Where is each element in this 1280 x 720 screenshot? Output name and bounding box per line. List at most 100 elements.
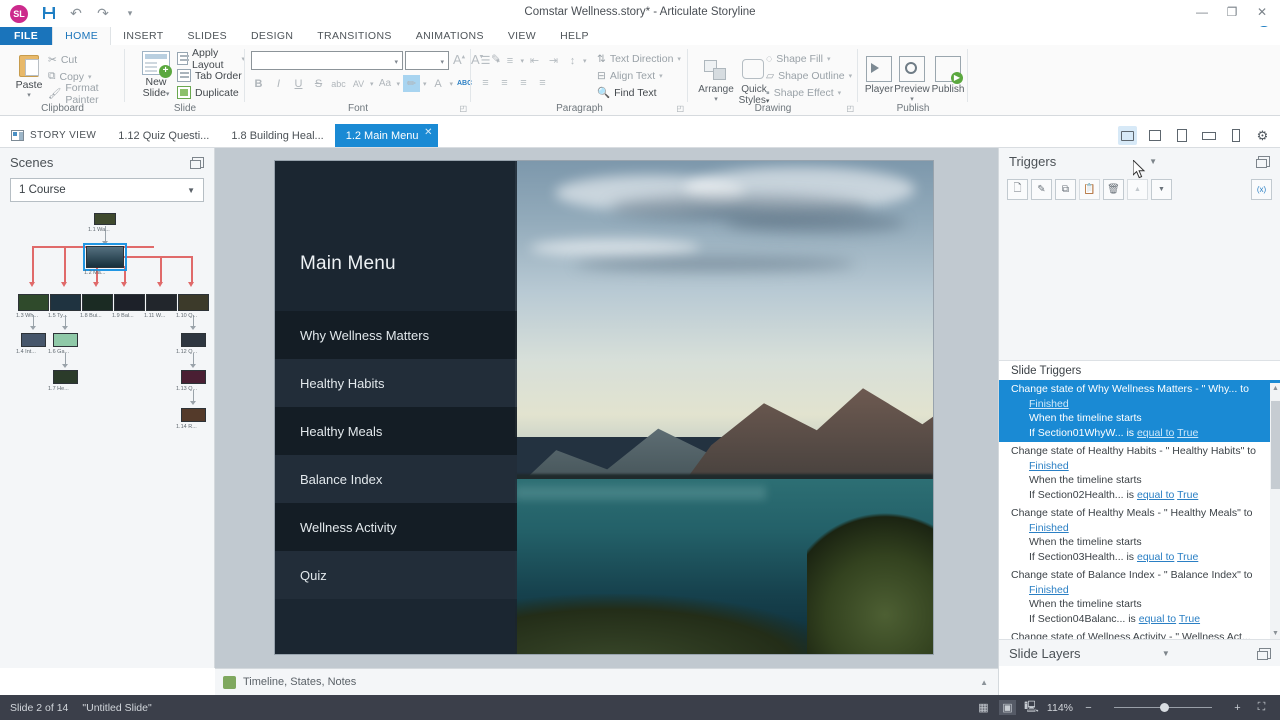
trigger-state-link[interactable]: Finished <box>1029 398 1069 410</box>
slide-menu-item-healthy-meals[interactable]: Healthy Meals <box>275 407 517 455</box>
story-view-tab[interactable]: STORY VIEW <box>0 124 107 147</box>
line-spacing-caret-icon[interactable]: ▾ <box>583 57 587 65</box>
slide-stage[interactable]: Main Menu Why Wellness Matters Healthy H… <box>275 161 933 654</box>
close-button[interactable]: ✕ <box>1248 2 1276 22</box>
align-left-icon[interactable]: ≡ <box>477 75 494 90</box>
arrange-caret-icon[interactable]: ▾ <box>714 95 718 103</box>
bold-button[interactable]: B <box>250 75 267 92</box>
format-painter-button[interactable]: 🖌 Format Painter <box>48 82 125 106</box>
character-spacing-caret-icon[interactable]: ▾ <box>370 80 374 88</box>
scene-node-start[interactable] <box>94 213 116 225</box>
increase-indent-icon[interactable]: ⇥ <box>545 53 562 68</box>
align-text-button[interactable]: ⊟ Align Text ▾ <box>597 67 681 84</box>
trigger-value-link[interactable]: True <box>1177 427 1198 439</box>
numbering-caret-icon[interactable]: ▾ <box>521 57 525 65</box>
scene-node-selected[interactable] <box>83 243 127 271</box>
zoom-out-button[interactable]: − <box>1080 700 1097 715</box>
timeline-expand-icon[interactable]: ▲ <box>980 678 988 687</box>
scene-node[interactable] <box>114 294 145 311</box>
paragraph-dialog-launcher[interactable]: ◰ <box>676 104 684 113</box>
scroll-up-icon[interactable]: ▲ <box>1272 385 1279 392</box>
view-settings-gear-icon[interactable]: ⚙ <box>1253 126 1272 145</box>
scroll-down-icon[interactable]: ▼ <box>1272 630 1279 637</box>
scene-node[interactable] <box>178 294 209 311</box>
font-color-button[interactable]: A <box>430 75 447 92</box>
scene-node[interactable] <box>21 333 46 347</box>
numbering-icon[interactable]: ≡ <box>502 53 519 68</box>
layers-collapse-caret-icon[interactable]: ▼ <box>1162 649 1170 658</box>
publish-button[interactable]: ▶ Publish <box>930 52 966 95</box>
text-direction-caret-icon[interactable]: ▾ <box>677 55 681 63</box>
triggers-undock-icon[interactable] <box>1256 155 1270 168</box>
form-view-button[interactable]: 🖳 <box>1023 700 1040 715</box>
font-dialog-launcher[interactable]: ◰ <box>459 104 467 113</box>
paste-button[interactable]: Paste ▾ <box>8 52 50 99</box>
scene-node[interactable] <box>181 333 206 347</box>
trigger-state-link[interactable]: Finished <box>1029 522 1069 534</box>
paste-trigger-icon[interactable]: 📋 <box>1079 178 1100 200</box>
new-trigger-icon[interactable]: 🗋 <box>1007 178 1028 200</box>
text-direction-button[interactable]: ⇅ Text Direction ▾ <box>597 50 681 67</box>
decrease-indent-icon[interactable]: ⇤ <box>526 53 543 68</box>
triggers-list[interactable]: Slide Triggers Change state of Why Welln… <box>999 360 1280 640</box>
bullets-caret-icon[interactable]: ▾ <box>496 57 500 65</box>
trigger-state-link[interactable]: Finished <box>1029 460 1069 472</box>
copy-caret-icon[interactable]: ▾ <box>88 73 92 81</box>
trigger-value-link[interactable]: True <box>1179 613 1200 625</box>
font-name-caret-icon[interactable]: ▾ <box>394 58 398 66</box>
find-text-button[interactable]: 🔍 Find Text <box>597 84 681 101</box>
slide-menu-item-quiz[interactable]: Quiz <box>275 551 517 599</box>
slide-menu-item-wellness-activity[interactable]: Wellness Activity <box>275 503 517 551</box>
triggers-collapse-caret-icon[interactable]: ▼ <box>1149 157 1157 166</box>
maximize-button[interactable]: ❐ <box>1218 2 1246 22</box>
justify-icon[interactable]: ≡ <box>534 75 551 90</box>
scene-node[interactable] <box>181 370 206 384</box>
preview-button[interactable]: Preview ▾ <box>894 52 930 103</box>
duplicate-button[interactable]: Duplicate <box>177 84 245 101</box>
tab-file[interactable]: FILE <box>0 27 53 45</box>
trigger-item[interactable]: Change state of Healthy Meals - " Health… <box>999 504 1280 566</box>
shape-outline-button[interactable]: ▱ Shape Outline ▾ <box>766 67 852 84</box>
slide-menu-item-why-wellness-matters[interactable]: Why Wellness Matters <box>275 311 517 359</box>
slide-menu-item-healthy-habits[interactable]: Healthy Habits <box>275 359 517 407</box>
close-tab-icon[interactable]: ✕ <box>424 127 432 138</box>
trigger-item[interactable]: Change state of Balance Index - " Balanc… <box>999 566 1280 628</box>
slide-view-button[interactable]: ▣ <box>998 700 1016 715</box>
shape-fill-button[interactable]: ◌ Shape Fill ▾ <box>766 50 852 67</box>
tab-quiz-question[interactable]: 1.12 Quiz Questi... <box>107 124 220 147</box>
change-case-caret-icon[interactable]: ▾ <box>397 80 401 88</box>
tab-building-healthy[interactable]: 1.8 Building Heal... <box>220 124 334 147</box>
tab-help[interactable]: HELP <box>548 27 601 45</box>
scene-selector-dropdown[interactable]: 1 Course ▼ <box>10 178 204 202</box>
underline-button[interactable]: U <box>290 75 307 92</box>
zoom-slider-knob[interactable] <box>1160 703 1169 712</box>
scene-node[interactable] <box>82 294 113 311</box>
trigger-operator-link[interactable]: equal to <box>1137 489 1174 501</box>
italic-button[interactable]: I <box>270 75 287 92</box>
triggers-scrollbar[interactable]: ▲ ▼ <box>1270 383 1280 639</box>
tab-animations[interactable]: ANIMATIONS <box>404 27 496 45</box>
scrollbar-thumb[interactable] <box>1271 401 1280 489</box>
drawing-dialog-launcher[interactable]: ◰ <box>846 104 854 113</box>
trigger-item[interactable]: Change state of Healthy Habits - " Healt… <box>999 442 1280 504</box>
trigger-operator-link[interactable]: equal to <box>1137 427 1174 439</box>
trigger-operator-link[interactable]: equal to <box>1139 613 1176 625</box>
delete-trigger-icon[interactable]: 🗑 <box>1103 178 1124 200</box>
character-spacing-button[interactable]: AV <box>350 75 367 92</box>
text-highlight-button[interactable]: ✏ <box>403 75 421 92</box>
tab-transitions[interactable]: TRANSITIONS <box>305 27 403 45</box>
story-view-button[interactable]: ▦ <box>975 700 992 715</box>
paste-caret-icon[interactable]: ▾ <box>8 91 50 99</box>
scene-node[interactable] <box>53 370 78 384</box>
font-size-caret-icon[interactable]: ▾ <box>440 58 444 66</box>
font-size-combobox[interactable]: ▾ <box>405 51 449 70</box>
shape-outline-caret-icon[interactable]: ▾ <box>849 72 853 80</box>
trigger-state-link[interactable]: Finished <box>1029 584 1069 596</box>
cut-button[interactable]: ✂ Cut <box>48 51 125 68</box>
view-desktop-icon[interactable] <box>1118 126 1137 145</box>
move-trigger-up-icon[interactable]: ▲ <box>1127 178 1148 200</box>
scene-node[interactable] <box>50 294 81 311</box>
align-right-icon[interactable]: ≡ <box>515 75 532 90</box>
view-mobile-icon[interactable] <box>1226 126 1245 145</box>
smallcaps-button[interactable]: abc <box>330 75 347 92</box>
